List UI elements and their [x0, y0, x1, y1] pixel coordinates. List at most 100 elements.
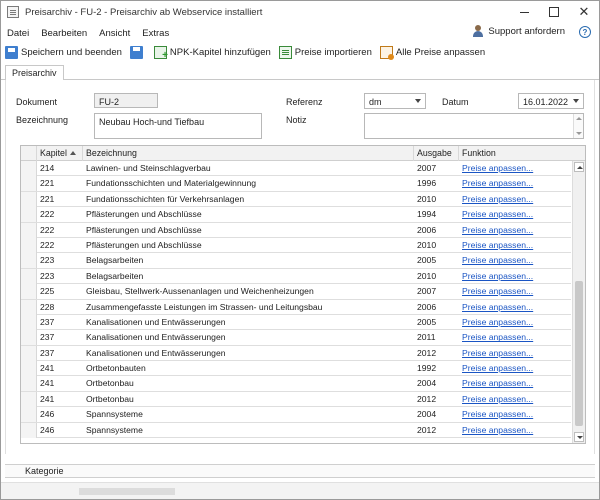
adjust-prices-link[interactable]: Preise anpassen...: [459, 269, 569, 284]
cell-kapitel: 222: [40, 224, 55, 235]
menu-bearbeiten[interactable]: Bearbeiten: [35, 28, 93, 39]
floppy-disk-icon: [129, 45, 143, 59]
table-row[interactable]: 241 Ortbetonbau 2004 Preise anpassen...: [21, 376, 571, 392]
cell-bezeichnung: Belagsarbeiten: [86, 270, 144, 281]
menu-bar: Datei Bearbeiten Ansicht Extras Support …: [1, 24, 599, 42]
table-row[interactable]: 246 Spannsysteme 2012 Preise anpassen...: [21, 422, 571, 439]
table-row[interactable]: 223 Belagsarbeiten 2010 Preise anpassen...: [21, 268, 571, 285]
import-prices-label: Preise importieren: [294, 46, 372, 58]
tab-preisarchiv[interactable]: Preisarchiv: [5, 65, 64, 81]
row-selector[interactable]: [21, 253, 37, 269]
row-selector[interactable]: [21, 268, 37, 284]
cell-ausgabe: 2004: [417, 378, 437, 389]
bezeichnung-field[interactable]: Neubau Hoch-und Tiefbau: [94, 113, 262, 139]
cell-kapitel: 221: [40, 193, 55, 204]
table-row[interactable]: 221 Fundationsschichten und Materialgewin…: [21, 176, 571, 192]
adjust-prices-link[interactable]: Preise anpassen...: [459, 330, 569, 345]
adjust-prices-link[interactable]: Preise anpassen...: [459, 223, 569, 238]
close-icon[interactable]: ✕: [569, 1, 599, 23]
row-selector[interactable]: [21, 330, 37, 346]
scroll-thumb[interactable]: [575, 281, 583, 426]
adjust-prices-link[interactable]: Preise anpassen...: [459, 161, 569, 176]
add-chapter-icon: [153, 45, 168, 61]
adjust-prices-link[interactable]: Preise anpassen...: [459, 192, 569, 207]
import-prices-button[interactable]: Preise importieren: [278, 45, 372, 59]
adjust-prices-link[interactable]: Preise anpassen...: [459, 284, 569, 299]
adjust-prices-link[interactable]: Preise anpassen...: [459, 407, 569, 422]
row-selector[interactable]: [21, 284, 37, 300]
column-header-kapitel[interactable]: Kapitel: [37, 146, 83, 161]
menu-extras[interactable]: Extras: [136, 28, 175, 39]
menu-datei[interactable]: Datei: [1, 28, 35, 39]
row-selector[interactable]: [21, 422, 37, 438]
table-row[interactable]: 237 Kanalisationen und Entwässerungen 2011…: [21, 330, 571, 346]
scroll-up-icon[interactable]: [574, 162, 584, 172]
referenz-select[interactable]: dm: [364, 93, 426, 109]
adjust-prices-link[interactable]: Preise anpassen...: [459, 176, 569, 191]
adjust-prices-link[interactable]: Preise anpassen...: [459, 207, 569, 222]
adjust-prices-link[interactable]: Preise anpassen...: [459, 346, 569, 361]
table-row[interactable]: 241 Ortbetonbauten 1992 Preise anpassen...: [21, 361, 571, 377]
cell-ausgabe: 2006: [417, 224, 437, 235]
table-row[interactable]: 225 Gleisbau, Stellwerk-Aussenanlagen und…: [21, 284, 571, 300]
table-row[interactable]: 237 Kanalisationen und Entwässerungen 2005…: [21, 314, 571, 331]
support-button[interactable]: Support anfordern: [472, 25, 565, 37]
cell-ausgabe: 2012: [417, 424, 437, 435]
table-row[interactable]: 222 Pflästerungen und Abschlüsse 2010 Preis…: [21, 237, 571, 254]
adjust-prices-link[interactable]: Preise anpassen...: [459, 392, 569, 407]
maximize-icon[interactable]: [539, 1, 569, 23]
scroll-down-icon[interactable]: [574, 432, 584, 442]
column-header-bezeichnung[interactable]: Bezeichnung: [83, 146, 414, 161]
adjust-prices-link[interactable]: Preise anpassen...: [459, 376, 569, 391]
cell-ausgabe: 2006: [417, 301, 437, 312]
row-selector[interactable]: [21, 314, 37, 330]
adjust-prices-link[interactable]: Preise anpassen...: [459, 300, 569, 315]
table-row[interactable]: 223 Belagsarbeiten 2005 Preise anpassen...: [21, 253, 571, 269]
row-selector[interactable]: [21, 207, 37, 223]
notiz-field[interactable]: [364, 113, 584, 139]
cell-bezeichnung: Pflästerungen und Abschlüsse: [86, 239, 202, 250]
table-row[interactable]: 222 Pflästerungen und Abschlüsse 1994 Preis…: [21, 207, 571, 223]
table-row[interactable]: 228 Zusammengefasste Leistungen im Strass…: [21, 299, 571, 315]
row-selector[interactable]: [21, 407, 37, 423]
datum-picker[interactable]: 16.01.2022: [518, 93, 584, 109]
row-selector[interactable]: [21, 345, 37, 361]
cell-kapitel: 241: [40, 378, 55, 389]
add-npk-chapter-button[interactable]: NPK-Kapitel hinzufügen: [153, 45, 271, 61]
adjust-prices-link[interactable]: Preise anpassen...: [459, 423, 569, 438]
cell-ausgabe: 1996: [417, 178, 437, 189]
table-row[interactable]: 214 Lawinen- und Steinschlagverbau 2007 Pre…: [21, 161, 571, 177]
support-person-icon: [472, 25, 484, 37]
table-row[interactable]: 222 Pflästerungen und Abschlüsse 2006 Preis…: [21, 222, 571, 238]
row-selector[interactable]: [21, 161, 37, 176]
save-and-exit-button[interactable]: Speichern und beenden: [5, 45, 122, 59]
adjust-prices-link[interactable]: Preise anpassen...: [459, 361, 569, 376]
row-selector[interactable]: [21, 237, 37, 253]
table-row[interactable]: 221 Fundationsschichten für Verkehrsanlag…: [21, 191, 571, 208]
row-selector[interactable]: [21, 222, 37, 238]
menu-ansicht[interactable]: Ansicht: [93, 28, 136, 39]
minimize-icon[interactable]: [509, 1, 539, 23]
adjust-prices-link[interactable]: Preise anpassen...: [459, 253, 569, 268]
row-selector[interactable]: [21, 176, 37, 192]
datum-label: Datum: [442, 97, 469, 107]
row-selector[interactable]: [21, 391, 37, 407]
table-row[interactable]: 241 Ortbetonbau 2012 Preise anpassen...: [21, 391, 571, 408]
adjust-prices-link[interactable]: Preise anpassen...: [459, 315, 569, 330]
row-selector[interactable]: [21, 361, 37, 377]
column-header-funktion[interactable]: Funktion: [459, 146, 585, 161]
save-button[interactable]: [129, 45, 146, 59]
help-icon[interactable]: ?: [579, 26, 591, 38]
grid-header: Kapitel Bezeichnung Ausgabe Funktion: [21, 146, 585, 161]
table-row[interactable]: 237 Kanalisationen und Entwässerungen 2012…: [21, 345, 571, 362]
column-header-ausgabe[interactable]: Ausgabe: [414, 146, 459, 161]
row-selector[interactable]: [21, 376, 37, 392]
row-selector[interactable]: [21, 299, 37, 315]
grid-vertical-scrollbar[interactable]: [572, 161, 585, 443]
adjust-all-prices-button[interactable]: Alle Preise anpassen: [379, 45, 485, 60]
table-row[interactable]: 246 Spannsysteme 2004 Preise anpassen...: [21, 407, 571, 423]
category-bar[interactable]: Kategorie: [5, 464, 595, 478]
row-selector[interactable]: [21, 191, 37, 207]
notiz-scrollbar[interactable]: [573, 114, 583, 138]
adjust-prices-link[interactable]: Preise anpassen...: [459, 238, 569, 253]
